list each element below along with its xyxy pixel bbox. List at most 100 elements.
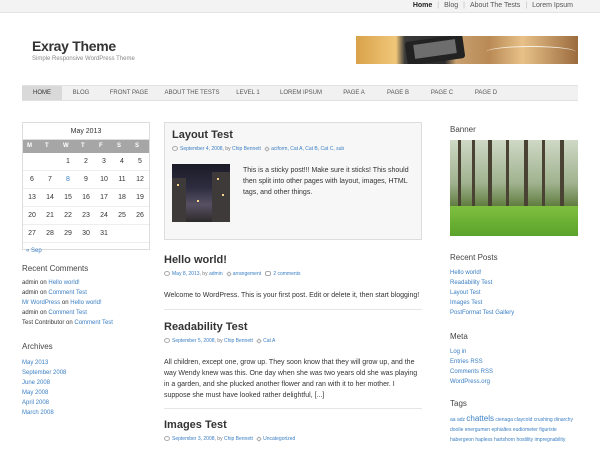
archive-link[interactable]: June 2008 — [22, 380, 50, 386]
tag-link[interactable]: doolie — [450, 427, 463, 433]
banner-image[interactable] — [450, 140, 578, 236]
tag-link[interactable]: hapless — [475, 437, 492, 443]
post-categories-link[interactable]: arrangement — [233, 271, 261, 277]
recent-post-link[interactable]: Readability Test — [450, 280, 492, 286]
comment-post-link[interactable]: Comment Test — [48, 290, 87, 296]
calendar-prev-link[interactable]: « Sep — [23, 243, 149, 259]
post-date-link[interactable]: May 8, 2013 — [172, 271, 200, 277]
archive-link[interactable]: April 2008 — [22, 400, 49, 406]
light-dot — [217, 178, 219, 180]
post-comments-link[interactable]: 2 comments — [273, 271, 300, 277]
nav-item-home[interactable]: HOME — [22, 86, 62, 100]
nav-item-level-1[interactable]: LEVEL 1 — [226, 86, 270, 100]
tag-link[interactable]: ephialtes — [491, 427, 511, 433]
post-excerpt: Welcome to WordPress. This is your first… — [164, 292, 420, 299]
meta-link[interactable]: WordPress.org — [450, 379, 490, 385]
site-title[interactable]: Exray Theme — [32, 38, 116, 54]
tag-link[interactable]: aa — [450, 417, 456, 423]
tag-link[interactable]: habergeon — [450, 437, 474, 443]
archive-link[interactable]: May 2008 — [22, 390, 48, 396]
top-link-home[interactable]: Home — [408, 2, 437, 9]
post-title-hello-world[interactable]: Hello world! — [164, 254, 227, 266]
calendar-day-cell — [113, 225, 131, 243]
post-date-link[interactable]: September 5, 2008 — [172, 338, 215, 344]
tag-link[interactable]: impregnability — [535, 437, 566, 443]
recent-post-link[interactable]: Hello world! — [450, 270, 481, 276]
night-street-thumbnail[interactable] — [172, 164, 230, 222]
tag-link[interactable]: hostility — [516, 437, 533, 443]
tag-link[interactable]: hartshorn — [494, 437, 515, 443]
meta-link[interactable]: Log in — [450, 349, 466, 355]
tag-link[interactable]: adz — [457, 417, 465, 423]
recent-post-link[interactable]: Images Test — [450, 300, 482, 306]
post-excerpt: All children, except one, grow up. They … — [164, 359, 418, 399]
tag-link[interactable]: eudiometer — [513, 427, 538, 433]
comment-on: on — [40, 290, 47, 296]
comment-author-link[interactable]: Mr WordPress — [22, 300, 60, 306]
post-date-link[interactable]: September 3, 2008 — [172, 436, 215, 442]
recent-post-link[interactable]: PostFormat Test Gallery — [450, 310, 514, 316]
post-author-link[interactable]: Chip Bennett — [224, 436, 253, 442]
tag-link[interactable]: energumen — [465, 427, 490, 433]
tag-link[interactable]: dinarchy — [554, 417, 573, 423]
meta-title: Meta — [450, 332, 468, 341]
nav-item-page-b[interactable]: PAGE B — [376, 86, 420, 100]
calendar-day-cell: 20 — [23, 207, 41, 225]
comment-post-link[interactable]: Comment Test — [74, 320, 113, 326]
post-date-link[interactable]: September 4, 2008 — [180, 146, 223, 152]
top-bar: Home | Blog | About The Tests | Lorem Ip… — [0, 0, 600, 13]
recent-posts-title: Recent Posts — [450, 253, 498, 262]
calendar-day-cell: 2 — [77, 153, 95, 171]
meta-link[interactable]: Entries RSS — [450, 359, 483, 365]
nav-item-page-c[interactable]: PAGE C — [420, 86, 464, 100]
post-categories-link[interactable]: Uncategorized — [263, 436, 295, 442]
post-author-link[interactable]: admin — [209, 271, 223, 277]
post-title-images-test[interactable]: Images Test — [164, 419, 227, 431]
tree-trunk — [472, 140, 475, 210]
grass-area — [450, 206, 578, 236]
nav-item-about-tests[interactable]: ABOUT THE TESTS — [158, 86, 226, 100]
comment-item: admin on Hello world! — [22, 278, 113, 288]
calendar-day-cell: 11 — [113, 171, 131, 189]
post-author-link[interactable]: Chip Bennett — [224, 338, 253, 344]
calendar-grid: M T W T F S S 1 2 3 4 5 6 7 8 9 10 11 12 13 14 15 16 17 18 19 20 21… — [23, 140, 149, 243]
meta-link[interactable]: Comments RSS — [450, 369, 493, 375]
banner-title: Banner — [450, 125, 476, 134]
nav-item-blog[interactable]: BLOG — [62, 86, 100, 100]
comment-on: on — [40, 310, 47, 316]
comment-post-link[interactable]: Hello world! — [48, 280, 79, 286]
post-meta: September 3, 2008, by Chip Bennett Uncat… — [164, 435, 295, 442]
post-categories-link[interactable]: aciform, Cat A, Cat B, Cat C, sub — [271, 146, 344, 152]
top-link-lorem-ipsum[interactable]: Lorem Ipsum — [527, 2, 578, 9]
tag-link[interactable]: chattels — [466, 414, 494, 423]
tag-link[interactable]: claycold — [514, 417, 532, 423]
post-author-link[interactable]: Chip Bennett — [232, 146, 261, 152]
top-link-about-tests[interactable]: About The Tests — [465, 2, 525, 9]
archive-link[interactable]: March 2008 — [22, 410, 54, 416]
archive-link[interactable]: May 2013 — [22, 360, 48, 366]
tag-link[interactable]: figuriste — [539, 427, 557, 433]
recent-post-link[interactable]: Layout Test — [450, 290, 481, 296]
archives-list: May 2013 September 2008 June 2008 May 20… — [22, 358, 66, 418]
comment-bubble-icon — [265, 271, 272, 277]
post-title-readability-test[interactable]: Readability Test — [164, 321, 248, 333]
tag-link[interactable]: crushing — [534, 417, 553, 423]
nav-item-front-page[interactable]: FRONT PAGE — [100, 86, 158, 100]
comment-post-link[interactable]: Comment Test — [48, 310, 87, 316]
by-label: , by — [214, 338, 223, 344]
tag-link[interactable]: cienaga — [495, 417, 513, 423]
recent-comments-title: Recent Comments — [22, 264, 89, 273]
clock-icon — [172, 146, 178, 152]
post-title-layout-test[interactable]: Layout Test — [172, 129, 233, 141]
archive-link[interactable]: September 2008 — [22, 370, 66, 376]
post-categories-link[interactable]: Cat A — [263, 338, 275, 344]
nav-item-lorem-ipsum[interactable]: LOREM IPSUM — [270, 86, 332, 100]
nav-item-page-a[interactable]: PAGE A — [332, 86, 376, 100]
clock-icon — [164, 271, 170, 277]
calendar-day-cell[interactable]: 8 — [59, 171, 77, 189]
tree-trunk — [458, 140, 461, 210]
comment-post-link[interactable]: Hello world! — [70, 300, 101, 306]
top-link-blog[interactable]: Blog — [439, 2, 463, 9]
nav-item-page-d[interactable]: PAGE D — [464, 86, 508, 100]
comment-item: admin on Comment Test — [22, 308, 113, 318]
